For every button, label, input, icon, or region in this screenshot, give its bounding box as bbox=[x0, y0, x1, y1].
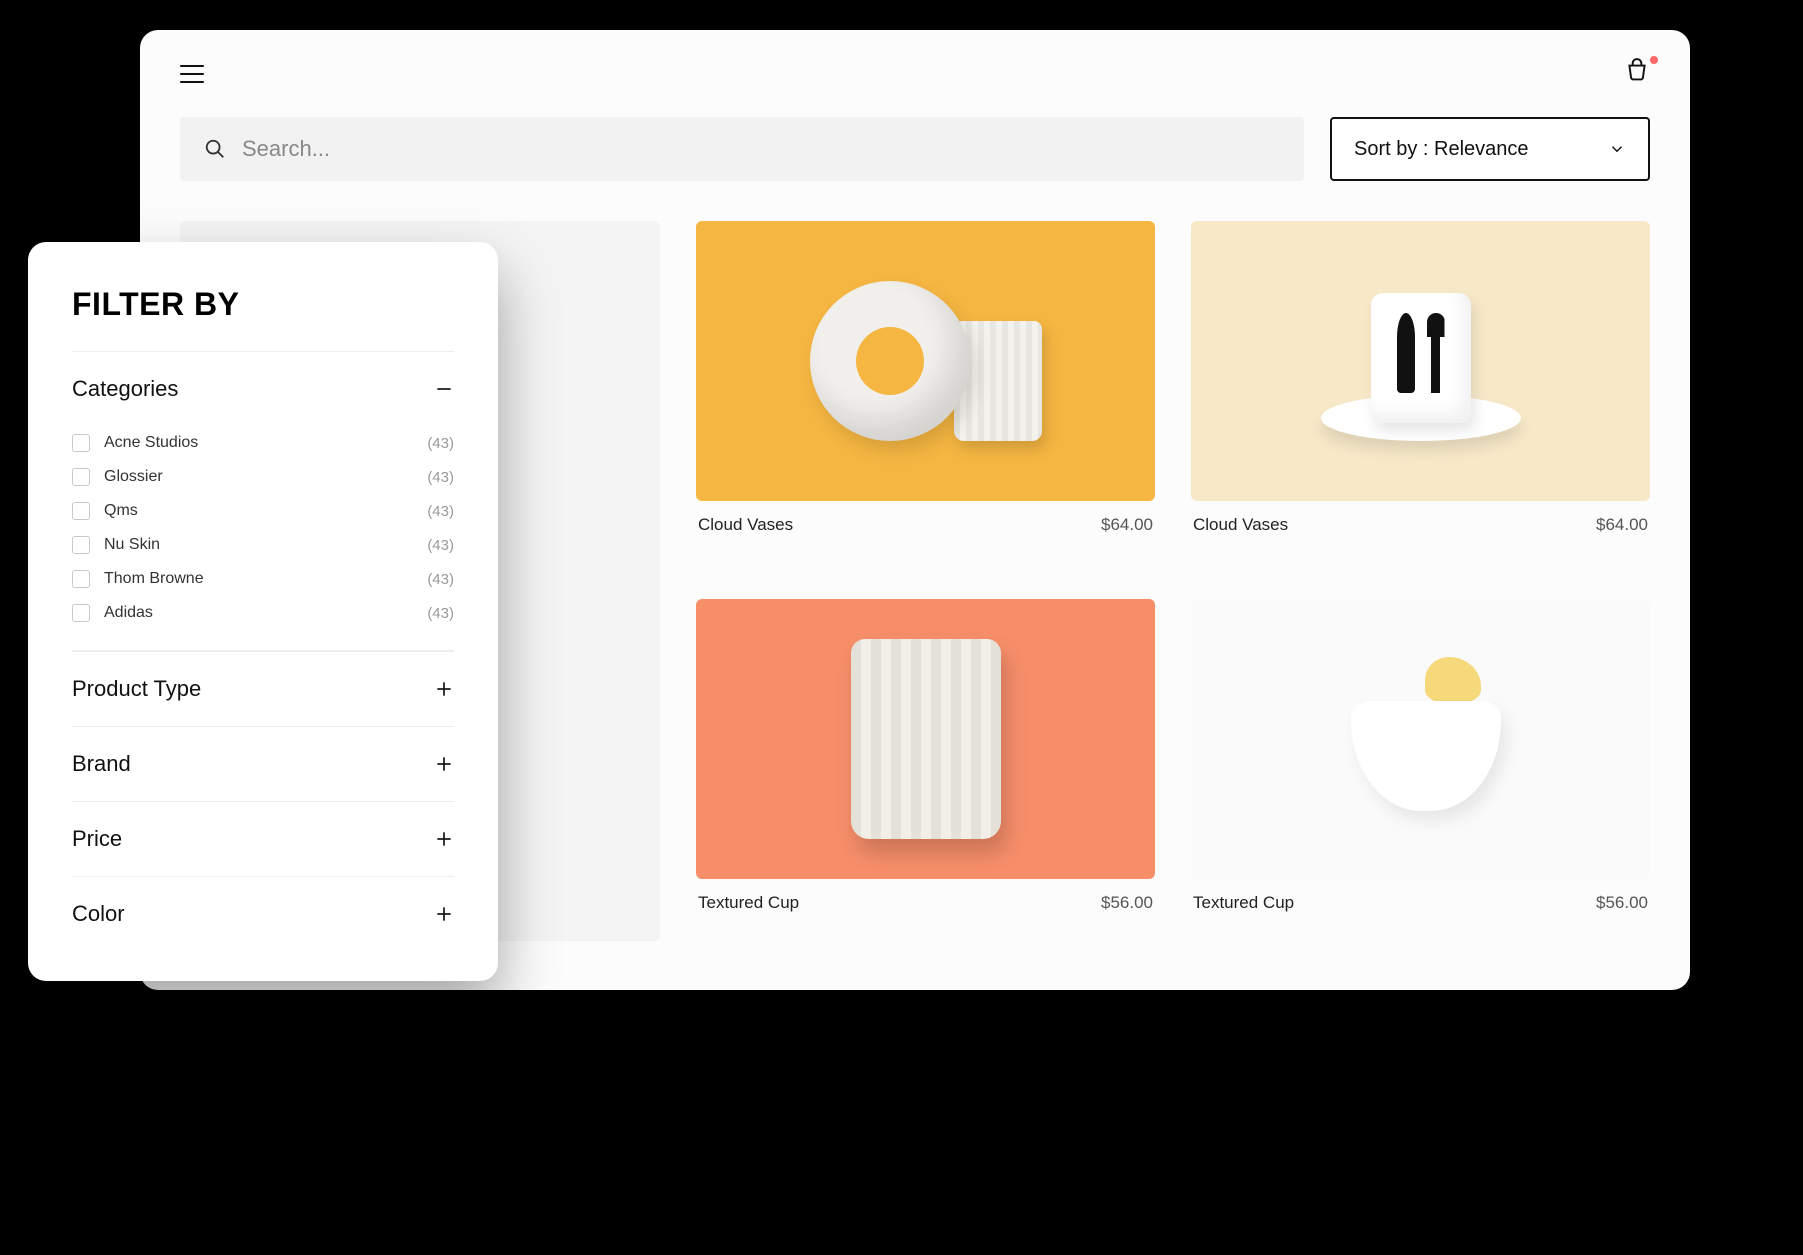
category-count: (43) bbox=[427, 469, 454, 486]
filter-toggle-color[interactable]: Color bbox=[72, 877, 454, 951]
filter-panel: FILTER BY Categories Acne Studios (43) G… bbox=[28, 242, 498, 981]
category-count: (43) bbox=[427, 503, 454, 520]
product-name: Textured Cup bbox=[1193, 893, 1294, 913]
category-item[interactable]: Adidas (43) bbox=[72, 596, 454, 630]
product-name: Cloud Vases bbox=[698, 515, 793, 535]
controls-row: Sort by : Relevance bbox=[140, 101, 1690, 181]
product-image bbox=[696, 221, 1155, 501]
filter-section-brand: Brand bbox=[72, 726, 454, 801]
minus-icon bbox=[434, 379, 454, 399]
checkbox[interactable] bbox=[72, 604, 90, 622]
category-item[interactable]: Nu Skin (43) bbox=[72, 528, 454, 562]
sort-label: Sort by : Relevance bbox=[1354, 138, 1529, 161]
product-card[interactable]: Cloud Vases $64.00 bbox=[1191, 221, 1650, 563]
category-name: Glossier bbox=[104, 468, 163, 486]
category-item[interactable]: Thom Browne (43) bbox=[72, 562, 454, 596]
category-count: (43) bbox=[427, 537, 454, 554]
filter-section-label: Color bbox=[72, 901, 125, 927]
filter-section-categories: Categories Acne Studios (43) Glossier (4… bbox=[72, 351, 454, 651]
filter-section-price: Price bbox=[72, 801, 454, 876]
filter-title: FILTER BY bbox=[72, 286, 454, 323]
product-price: $56.00 bbox=[1596, 893, 1648, 913]
search-icon bbox=[204, 138, 226, 160]
product-card[interactable]: Textured Cup $56.00 bbox=[696, 599, 1155, 941]
filter-section-color: Color bbox=[72, 876, 454, 951]
checkbox[interactable] bbox=[72, 434, 90, 452]
chevron-down-icon bbox=[1608, 140, 1626, 158]
plus-icon bbox=[434, 829, 454, 849]
product-image bbox=[1191, 221, 1650, 501]
filter-section-label: Product Type bbox=[72, 676, 201, 702]
product-price: $64.00 bbox=[1596, 515, 1648, 535]
plus-icon bbox=[434, 754, 454, 774]
category-item[interactable]: Qms (43) bbox=[72, 494, 454, 528]
category-list: Acne Studios (43) Glossier (43) Qms (43)… bbox=[72, 426, 454, 651]
checkbox[interactable] bbox=[72, 502, 90, 520]
sort-dropdown[interactable]: Sort by : Relevance bbox=[1330, 117, 1650, 181]
cart-notification-dot bbox=[1650, 56, 1658, 64]
cart-button[interactable] bbox=[1624, 58, 1650, 89]
search-input[interactable] bbox=[242, 136, 1280, 162]
product-image bbox=[1191, 599, 1650, 879]
checkbox[interactable] bbox=[72, 536, 90, 554]
plus-icon bbox=[434, 679, 454, 699]
category-count: (43) bbox=[427, 571, 454, 588]
checkbox[interactable] bbox=[72, 468, 90, 486]
category-name: Thom Browne bbox=[104, 570, 204, 588]
filter-toggle-brand[interactable]: Brand bbox=[72, 727, 454, 801]
category-name: Acne Studios bbox=[104, 434, 198, 452]
filter-section-product-type: Product Type bbox=[72, 651, 454, 726]
category-name: Nu Skin bbox=[104, 536, 160, 554]
category-count: (43) bbox=[427, 605, 454, 622]
menu-icon[interactable] bbox=[180, 65, 204, 83]
product-name: Textured Cup bbox=[698, 893, 799, 913]
search-bar[interactable] bbox=[180, 117, 1304, 181]
filter-toggle-categories[interactable]: Categories bbox=[72, 352, 454, 426]
category-name: Qms bbox=[104, 502, 138, 520]
plus-icon bbox=[434, 904, 454, 924]
category-count: (43) bbox=[427, 435, 454, 452]
filter-toggle-product-type[interactable]: Product Type bbox=[72, 652, 454, 726]
cart-icon bbox=[1624, 58, 1650, 84]
category-name: Adidas bbox=[104, 604, 153, 622]
topbar bbox=[140, 30, 1690, 101]
product-card[interactable]: Cloud Vases $64.00 bbox=[696, 221, 1155, 563]
filter-toggle-price[interactable]: Price bbox=[72, 802, 454, 876]
category-item[interactable]: Glossier (43) bbox=[72, 460, 454, 494]
filter-section-label: Categories bbox=[72, 376, 178, 402]
product-price: $56.00 bbox=[1101, 893, 1153, 913]
category-item[interactable]: Acne Studios (43) bbox=[72, 426, 454, 460]
product-card[interactable]: Textured Cup $56.00 bbox=[1191, 599, 1650, 941]
filter-section-label: Price bbox=[72, 826, 122, 852]
product-name: Cloud Vases bbox=[1193, 515, 1288, 535]
product-image bbox=[696, 599, 1155, 879]
checkbox[interactable] bbox=[72, 570, 90, 588]
filter-section-label: Brand bbox=[72, 751, 131, 777]
product-price: $64.00 bbox=[1101, 515, 1153, 535]
